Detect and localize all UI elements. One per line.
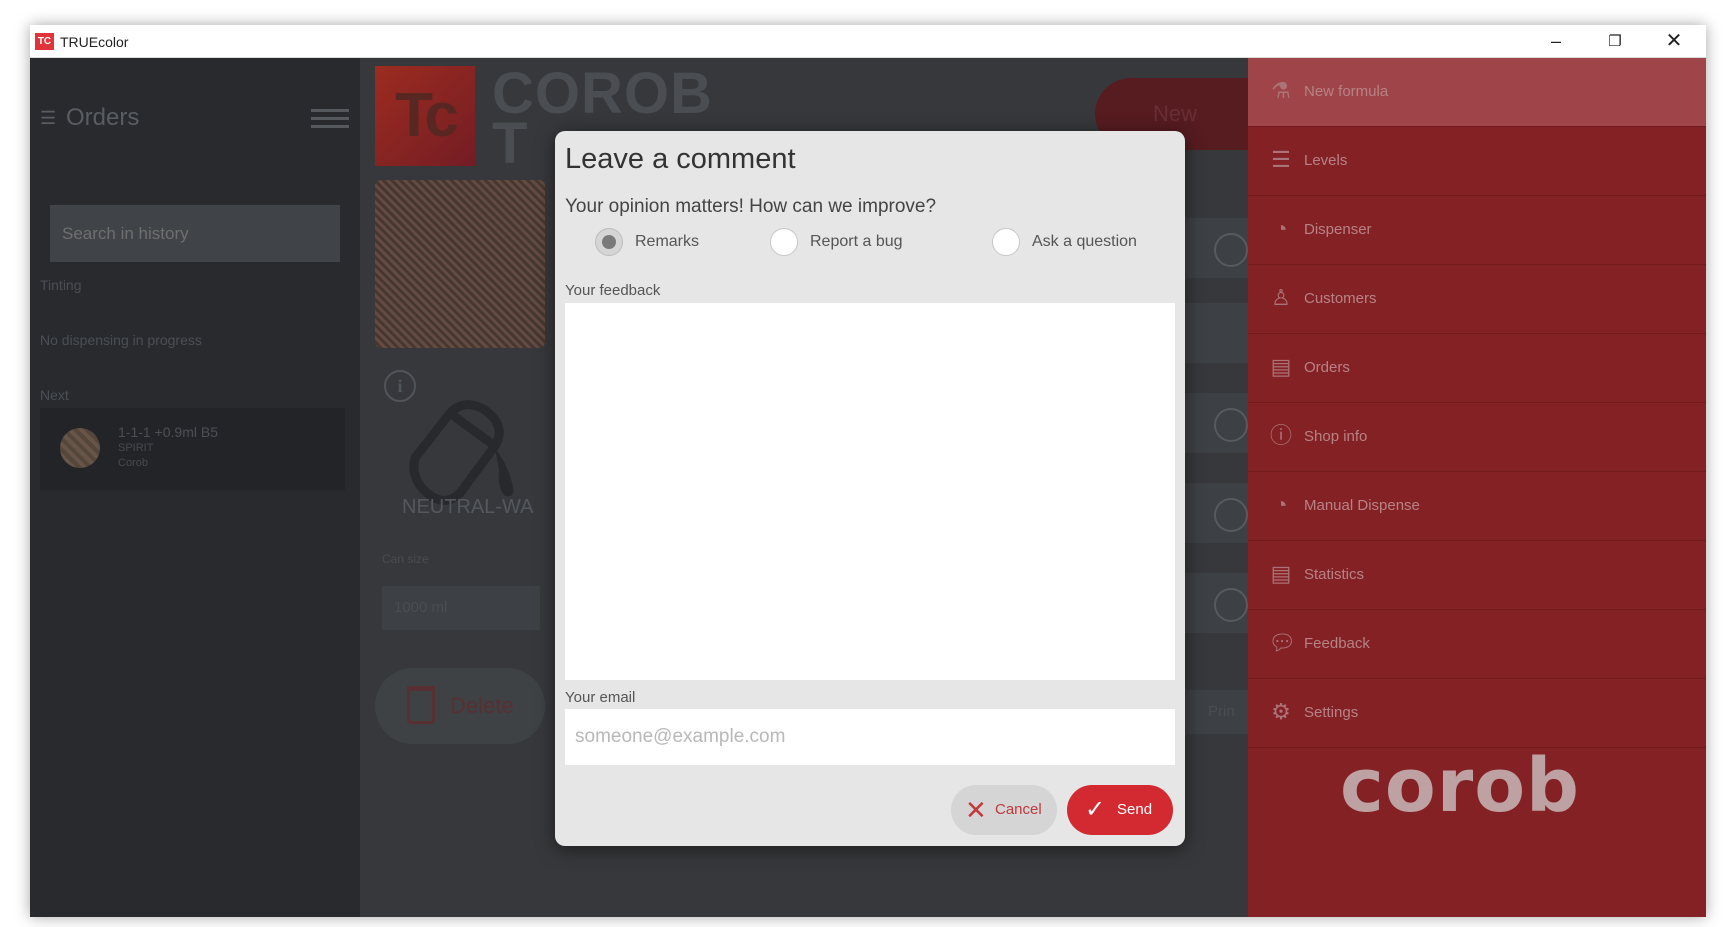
dialog-title: Leave a comment	[565, 143, 796, 175]
screen: TC TRUEcolor – ❐ ✕ ☰Orders Tinting No di…	[0, 0, 1726, 927]
title-bar[interactable]: TC TRUEcolor – ❐ ✕	[30, 25, 1706, 58]
close-icon: ✕	[965, 795, 987, 825]
radio-remarks-label: Remarks	[635, 233, 700, 250]
window-title: TRUEcolor	[60, 34, 129, 50]
dialog-subtitle: Your opinion matters! How can we improve…	[565, 196, 937, 217]
radio-remarks[interactable]: Remarks	[595, 227, 725, 257]
restore-button[interactable]: ❐	[1587, 25, 1643, 58]
email-field[interactable]	[565, 709, 1175, 765]
radio-unselected-icon[interactable]	[992, 228, 1020, 256]
cancel-button[interactable]: ✕ Cancel	[951, 785, 1057, 835]
feedback-dialog: Leave a comment Your opinion matters! Ho…	[555, 131, 1185, 846]
close-button[interactable]: ✕	[1646, 25, 1702, 58]
cancel-label: Cancel	[995, 801, 1042, 818]
send-label: Send	[1117, 801, 1153, 818]
radio-unselected-icon[interactable]	[770, 228, 798, 256]
minimize-button[interactable]: –	[1528, 25, 1584, 58]
app-icon: TC	[35, 33, 54, 50]
radio-ask-question[interactable]: Ask a question	[992, 227, 1162, 257]
send-button[interactable]: ✓ Send	[1067, 785, 1173, 835]
checkmark-icon: ✓	[1085, 796, 1106, 823]
radio-report-bug-label: Report a bug	[810, 233, 903, 250]
feedback-label: Your feedback	[565, 282, 661, 299]
email-label: Your email	[565, 689, 636, 706]
radio-report-bug[interactable]: Report a bug	[770, 227, 920, 257]
radio-selected-icon[interactable]	[595, 228, 623, 256]
feedback-textarea[interactable]	[565, 303, 1175, 680]
radio-ask-question-label: Ask a question	[1032, 233, 1137, 250]
